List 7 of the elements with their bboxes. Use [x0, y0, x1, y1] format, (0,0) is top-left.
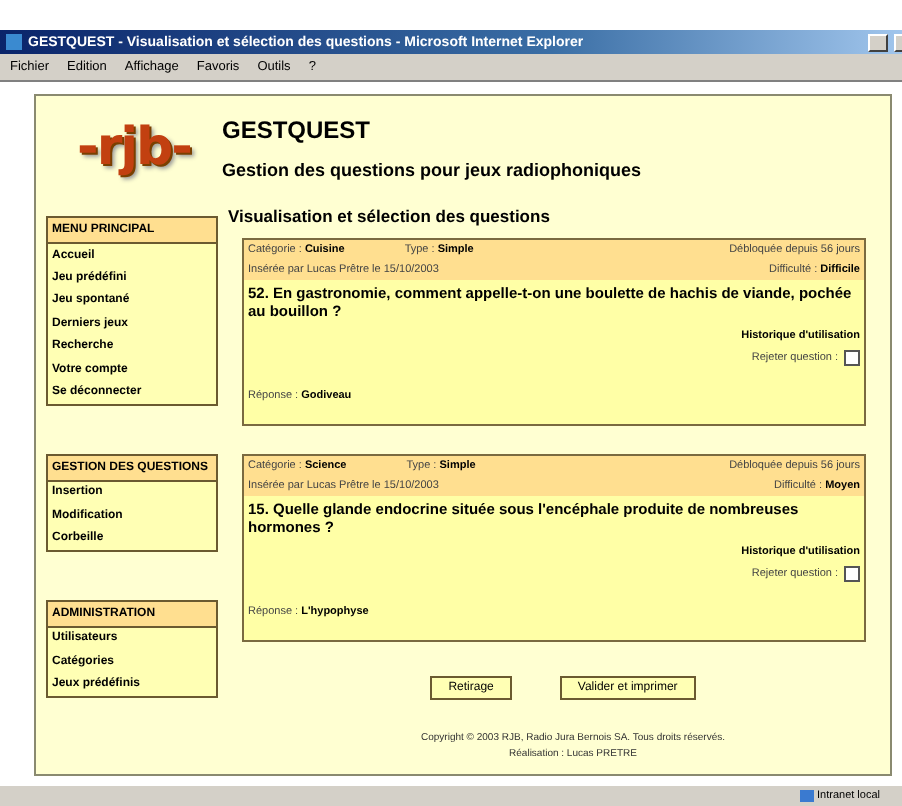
page-title: Visualisation et sélection des questions [228, 206, 552, 226]
site-title: GESTQUEST [222, 116, 373, 144]
logo: -rjb- [75, 116, 193, 174]
reject-checkbox[interactable] [844, 565, 860, 582]
minimize-button[interactable] [868, 33, 888, 51]
site-subtitle: Gestion des questions pour jeux radiophoniques [222, 160, 642, 180]
reject-checkbox[interactable] [844, 349, 860, 366]
